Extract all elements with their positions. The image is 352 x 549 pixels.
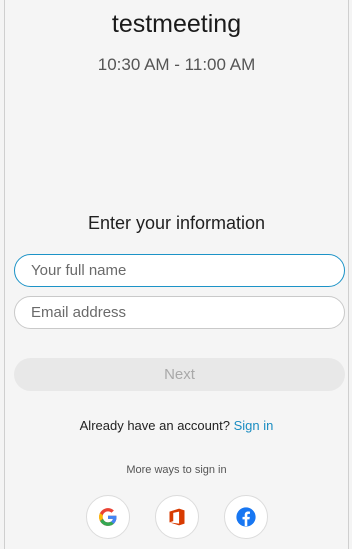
full-name-input[interactable]	[14, 254, 345, 287]
next-button[interactable]: Next	[14, 358, 345, 391]
facebook-sign-in-button[interactable]	[223, 495, 268, 539]
social-sign-in-group	[5, 495, 348, 539]
join-panel: testmeeting 10:30 AM - 11:00 AM Enter yo…	[4, 0, 349, 549]
form-heading: Enter your information	[87, 213, 266, 233]
email-input[interactable]	[14, 296, 345, 329]
sign-in-link[interactable]: Sign in	[234, 418, 274, 433]
office-icon	[169, 508, 184, 526]
account-prompt-text: Already have an account?	[79, 418, 230, 433]
google-icon	[98, 508, 117, 526]
office-sign-in-button[interactable]	[154, 495, 199, 539]
meeting-time: 10:30 AM - 11:00 AM	[97, 55, 256, 74]
google-sign-in-button[interactable]	[85, 495, 130, 539]
more-ways-label: More ways to sign in	[126, 464, 227, 476]
facebook-icon	[235, 507, 256, 527]
account-prompt: Already have an account? Sign in	[5, 418, 348, 433]
meeting-title: testmeeting	[111, 10, 242, 38]
